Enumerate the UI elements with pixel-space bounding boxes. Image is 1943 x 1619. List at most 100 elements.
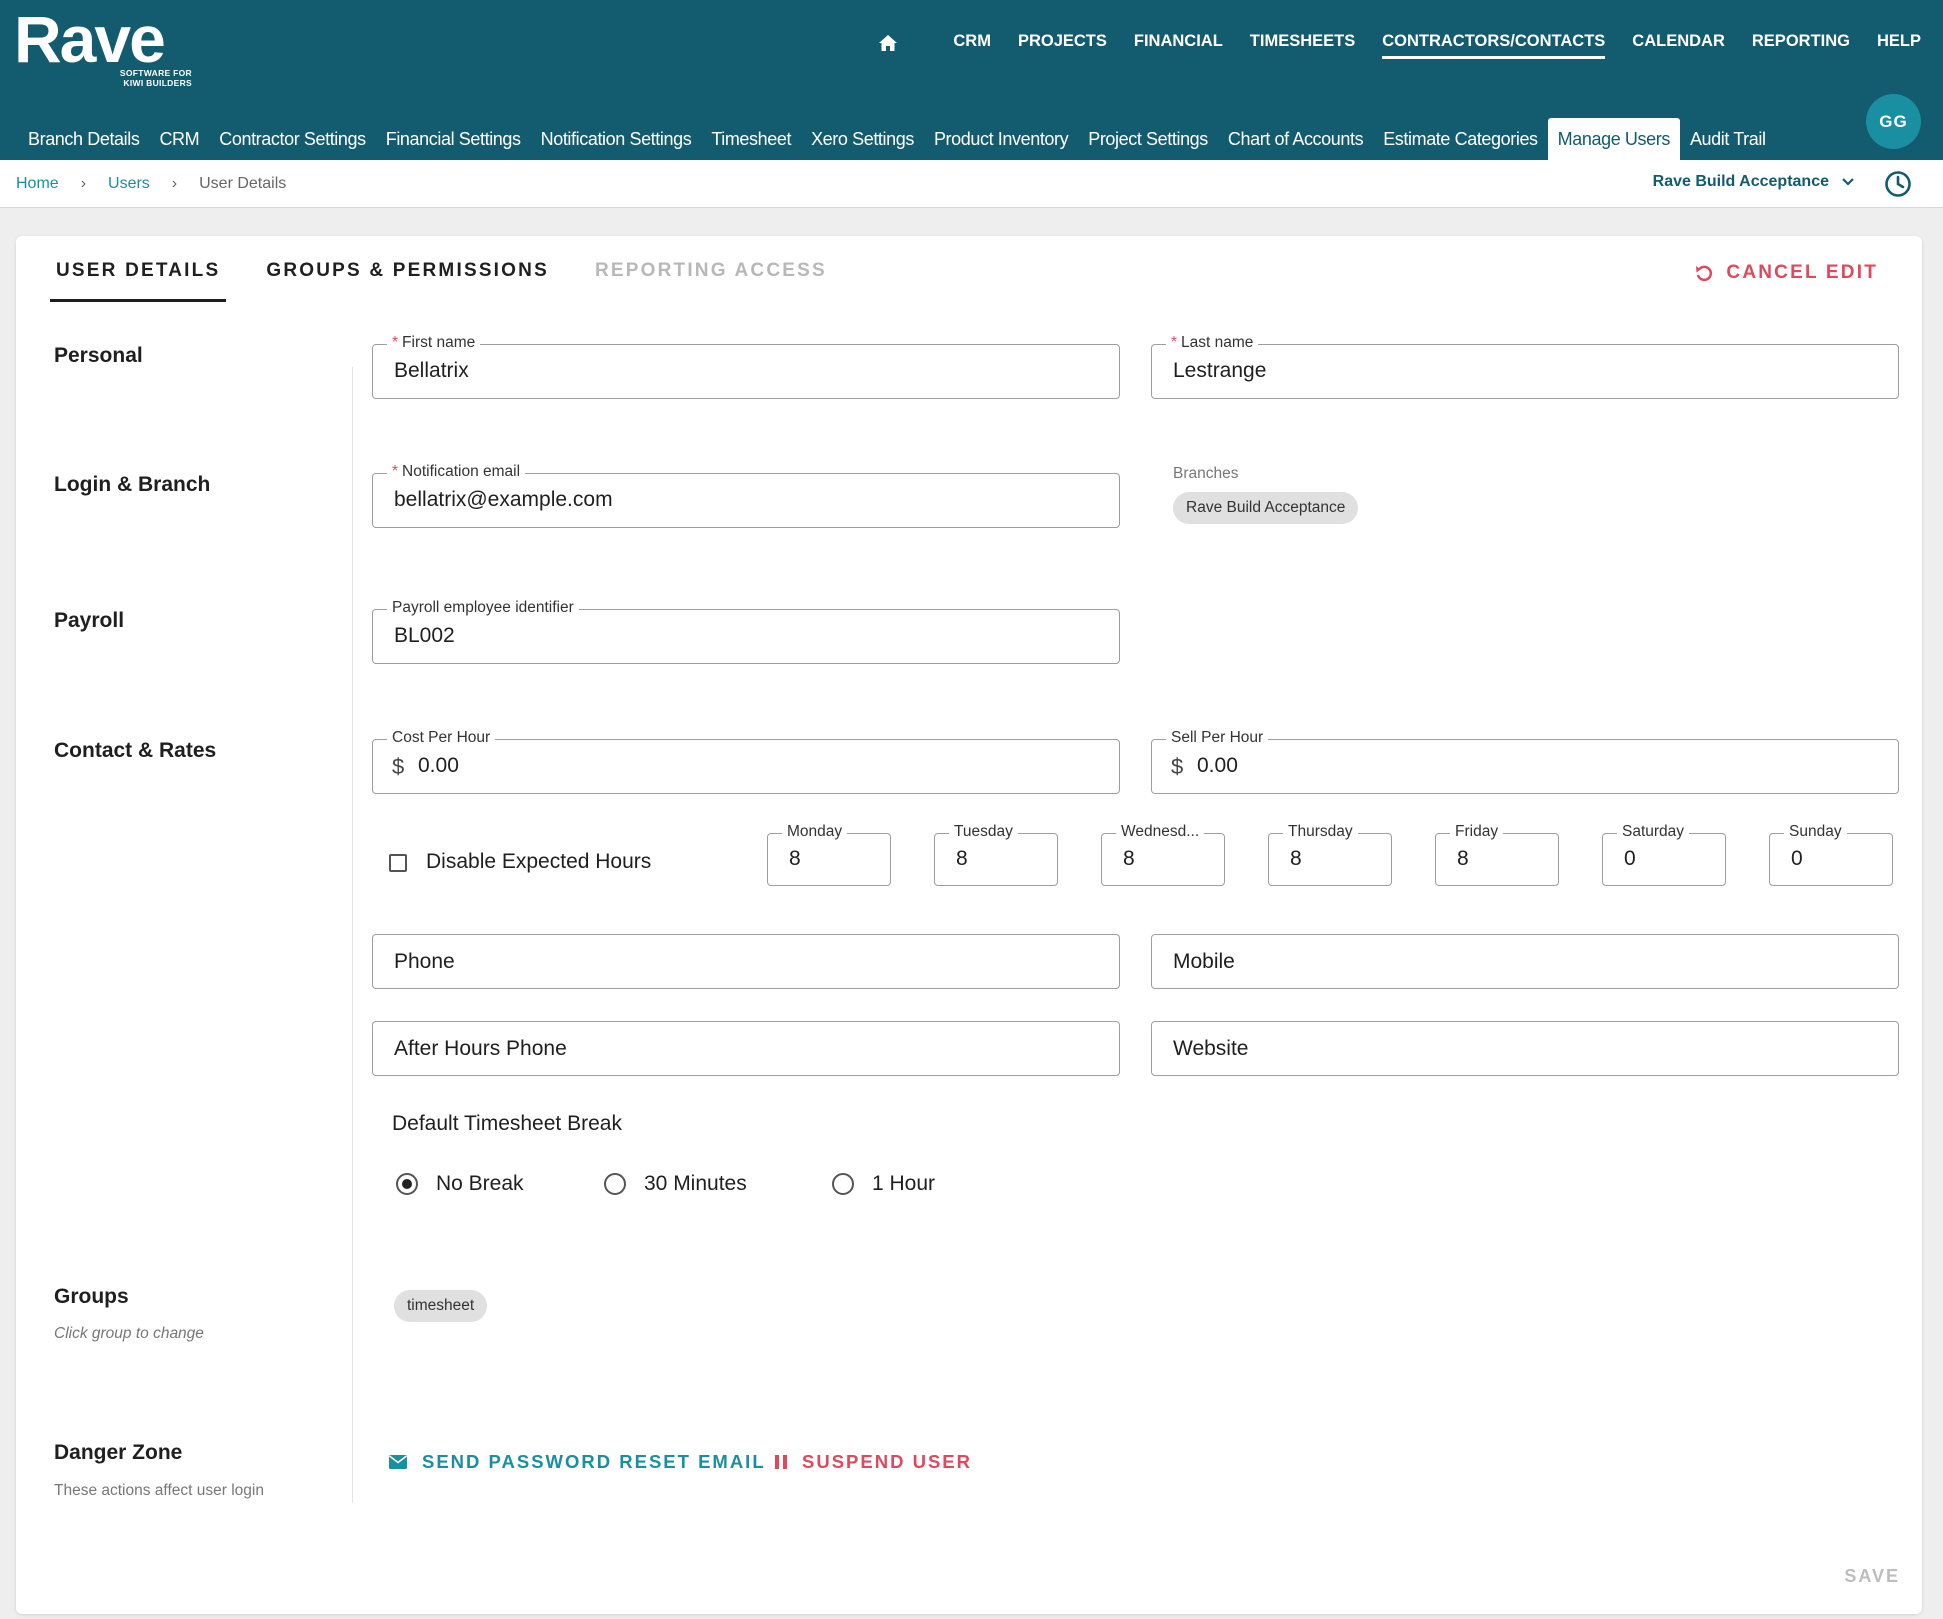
payroll-id-field[interactable]: Payroll employee identifier BL002 bbox=[372, 599, 1120, 664]
subnav-notification-settings[interactable]: Notification Settings bbox=[531, 129, 702, 160]
cost-per-hour-field[interactable]: Cost Per Hour $ 0.00 bbox=[372, 729, 1120, 794]
breadcrumb-home[interactable]: Home bbox=[16, 175, 59, 193]
subnav-branch-details[interactable]: Branch Details bbox=[18, 129, 149, 160]
subnav-manage-users[interactable]: Manage Users bbox=[1547, 118, 1680, 160]
subnav-product-inventory[interactable]: Product Inventory bbox=[924, 129, 1078, 160]
topnav-help[interactable]: HELP bbox=[1877, 26, 1921, 59]
suspend-user-button[interactable]: SUSPEND USER bbox=[774, 1451, 972, 1473]
section-danger-zone: Danger Zone bbox=[54, 1441, 183, 1464]
disable-expected-hours-label: Disable Expected Hours bbox=[426, 850, 652, 873]
disable-expected-hours-checkbox[interactable] bbox=[389, 854, 407, 872]
sell-per-hour-field[interactable]: Sell Per Hour $ 0.00 bbox=[1151, 729, 1899, 794]
branches-label: Branches bbox=[1173, 465, 1239, 482]
hours-wednesday-field[interactable]: Wednesd... 8 bbox=[1101, 823, 1225, 886]
breadcrumb-separator: › bbox=[171, 175, 178, 192]
website-input[interactable]: Website bbox=[1151, 1021, 1899, 1076]
radio-unselected bbox=[604, 1173, 626, 1195]
radio-unselected bbox=[832, 1173, 854, 1195]
sell-per-hour-value: 0.00 bbox=[1197, 754, 1238, 777]
tab-user-details[interactable]: USER DETAILS bbox=[50, 260, 227, 302]
breadcrumb-bar: Home › Users › User Details Rave Build A… bbox=[0, 160, 1943, 208]
payroll-id-value: BL002 bbox=[394, 624, 455, 647]
last-name-field[interactable]: * Last name Lestrange bbox=[1151, 334, 1899, 399]
after-hours-phone-input[interactable]: After Hours Phone bbox=[372, 1021, 1120, 1076]
email-icon bbox=[389, 1455, 407, 1469]
pause-icon bbox=[775, 1455, 787, 1469]
topnav-timesheets[interactable]: TIMESHEETS bbox=[1250, 26, 1355, 59]
tab-groups-permissions[interactable]: GROUPS & PERMISSIONS bbox=[260, 260, 555, 302]
chevron-down-icon bbox=[1841, 173, 1855, 191]
subnav-chart-of-accounts[interactable]: Chart of Accounts bbox=[1218, 129, 1373, 160]
subnav-crm[interactable]: CRM bbox=[149, 129, 209, 160]
logo-wordmark: Rave bbox=[14, 2, 166, 76]
breadcrumb-current: User Details bbox=[199, 175, 287, 192]
section-divider bbox=[352, 367, 353, 1503]
radio-selected bbox=[396, 1173, 418, 1195]
section-personal: Personal bbox=[54, 344, 143, 367]
breadcrumb-separator: › bbox=[80, 175, 87, 192]
hours-thursday-field[interactable]: Thursday 8 bbox=[1268, 823, 1392, 886]
break-option-30-minutes[interactable]: 30 Minutes bbox=[604, 1172, 747, 1196]
topnav-reporting[interactable]: REPORTING bbox=[1752, 26, 1850, 59]
settings-subnav: Branch Details CRM Contractor Settings F… bbox=[18, 117, 1776, 160]
branch-selector[interactable]: Rave Build Acceptance bbox=[1653, 173, 1855, 191]
hours-tuesday-field[interactable]: Tuesday 8 bbox=[934, 823, 1058, 886]
mobile-input[interactable]: Mobile bbox=[1151, 934, 1899, 989]
subnav-xero-settings[interactable]: Xero Settings bbox=[801, 129, 924, 160]
breadcrumb: Home › Users › User Details bbox=[16, 175, 286, 193]
topnav-projects[interactable]: PROJECTS bbox=[1018, 26, 1107, 59]
group-chip-timesheet[interactable]: timesheet bbox=[394, 1290, 488, 1322]
user-avatar[interactable]: GG bbox=[1866, 94, 1921, 149]
phone-input[interactable]: Phone bbox=[372, 934, 1120, 989]
subnav-contractor-settings[interactable]: Contractor Settings bbox=[209, 129, 375, 160]
cancel-edit-button[interactable]: CANCEL EDIT bbox=[1694, 262, 1878, 284]
subnav-estimate-categories[interactable]: Estimate Categories bbox=[1373, 129, 1547, 160]
clock-icon[interactable] bbox=[1883, 169, 1913, 199]
hours-saturday-field[interactable]: Saturday 0 bbox=[1602, 823, 1726, 886]
user-details-card: USER DETAILS GROUPS & PERMISSIONS REPORT… bbox=[16, 236, 1922, 1614]
subnav-financial-settings[interactable]: Financial Settings bbox=[376, 129, 531, 160]
branch-chip[interactable]: Rave Build Acceptance bbox=[1173, 492, 1359, 524]
home-icon[interactable] bbox=[876, 31, 900, 55]
section-login-branch: Login & Branch bbox=[54, 473, 211, 496]
break-option-no-break[interactable]: No Break bbox=[396, 1172, 524, 1196]
user-tabs: USER DETAILS GROUPS & PERMISSIONS REPORT… bbox=[50, 260, 867, 302]
payroll-id-label: Payroll employee identifier bbox=[387, 599, 579, 617]
topnav-calendar[interactable]: CALENDAR bbox=[1632, 26, 1725, 59]
topnav-crm[interactable]: CRM bbox=[953, 26, 991, 59]
notification-email-field[interactable]: * Notification email bellatrix@example.co… bbox=[372, 463, 1120, 528]
subnav-project-settings[interactable]: Project Settings bbox=[1078, 129, 1218, 160]
send-password-reset-button[interactable]: SEND PASSWORD RESET EMAIL bbox=[388, 1451, 766, 1473]
last-name-value: Lestrange bbox=[1173, 359, 1267, 382]
sell-per-hour-label: Sell Per Hour bbox=[1166, 729, 1269, 747]
app-header: Rave SOFTWARE FOR KIWI BUILDERS CRM PROJ… bbox=[0, 0, 1943, 160]
topnav-contractors-contacts[interactable]: CONTRACTORS/CONTACTS bbox=[1382, 26, 1606, 59]
cost-per-hour-label: Cost Per Hour bbox=[387, 729, 496, 747]
rave-logo[interactable]: Rave SOFTWARE FOR KIWI BUILDERS bbox=[14, 2, 192, 88]
section-groups: Groups bbox=[54, 1285, 129, 1308]
save-button[interactable]: SAVE bbox=[1844, 1566, 1900, 1587]
currency-symbol: $ bbox=[1171, 754, 1184, 779]
topnav-financial[interactable]: FINANCIAL bbox=[1134, 26, 1223, 59]
subnav-audit-trail[interactable]: Audit Trail bbox=[1680, 129, 1776, 160]
tab-reporting-access[interactable]: REPORTING ACCESS bbox=[589, 260, 833, 302]
break-option-1-hour[interactable]: 1 Hour bbox=[832, 1172, 935, 1196]
first-name-value: Bellatrix bbox=[394, 359, 469, 382]
hours-sunday-field[interactable]: Sunday 0 bbox=[1769, 823, 1893, 886]
branch-selector-value: Rave Build Acceptance bbox=[1652, 173, 1829, 190]
section-payroll: Payroll bbox=[54, 609, 125, 632]
cancel-edit-label: CANCEL EDIT bbox=[1726, 262, 1878, 283]
cost-per-hour-value: 0.00 bbox=[418, 754, 459, 777]
notification-email-value: bellatrix@example.com bbox=[394, 488, 613, 511]
first-name-field[interactable]: * First name Bellatrix bbox=[372, 334, 1120, 399]
hours-friday-field[interactable]: Friday 8 bbox=[1435, 823, 1559, 886]
notification-email-label: * Notification email bbox=[387, 463, 526, 481]
timesheet-break-title: Default Timesheet Break bbox=[392, 1112, 622, 1135]
subnav-timesheet[interactable]: Timesheet bbox=[701, 129, 801, 160]
groups-hint: Click group to change bbox=[54, 1325, 204, 1342]
currency-symbol: $ bbox=[392, 754, 405, 779]
breadcrumb-users[interactable]: Users bbox=[108, 175, 150, 193]
hours-monday-field[interactable]: Monday 8 bbox=[767, 823, 891, 886]
undo-icon bbox=[1696, 265, 1713, 282]
logo-tagline: SOFTWARE FOR KIWI BUILDERS bbox=[119, 68, 192, 88]
